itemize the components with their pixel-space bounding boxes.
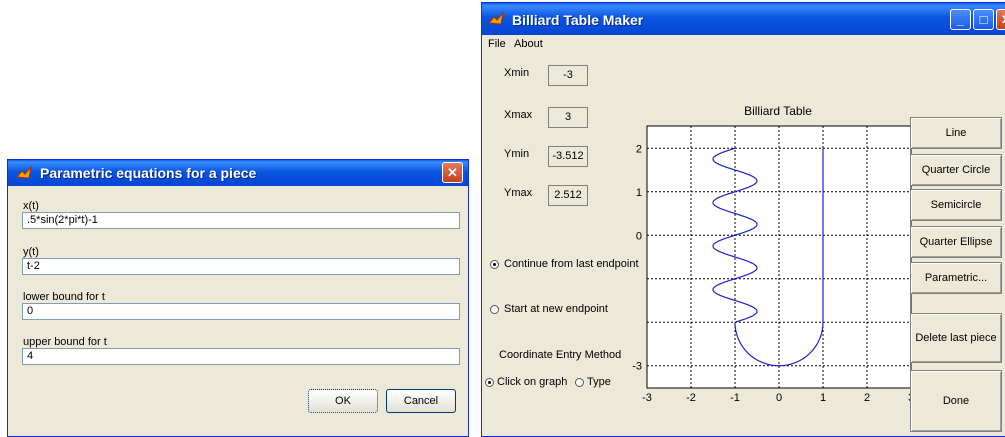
menu-bar: File About	[482, 36, 1005, 54]
window-titlebar[interactable]: Billiard Table Maker _ □ ✕	[482, 3, 1005, 35]
x-tick-label: -2	[686, 392, 696, 403]
ymax-field: 2.512	[548, 185, 588, 206]
yt-label: y(t)	[23, 246, 39, 258]
quarter-ellipse-button[interactable]: Quarter Ellipse	[910, 226, 1002, 258]
lower-bound-input[interactable]: 0	[22, 303, 460, 320]
close-icon[interactable]: ✕	[996, 9, 1005, 30]
ymin-field: -3.512	[548, 146, 588, 167]
xt-input[interactable]: .5*sin(2*pi*t)-1	[22, 212, 460, 229]
x-tick-label: -3	[642, 392, 652, 403]
ymax-label: Ymax	[504, 187, 533, 199]
continue-label: Continue from last endpoint	[504, 258, 639, 270]
xmax-label: Xmax	[504, 109, 533, 121]
maximize-icon[interactable]: □	[973, 9, 994, 30]
xt-label: x(t)	[23, 200, 39, 212]
xmin-label: Xmin	[504, 67, 530, 79]
y-tick-label: 0	[636, 230, 642, 242]
window-title: Billiard Table Maker	[512, 12, 644, 28]
continue-radio[interactable]	[490, 260, 499, 269]
x-tick-label: 2	[864, 392, 870, 403]
dialog-titlebar[interactable]: Parametric equations for a piece ✕	[8, 160, 468, 186]
cancel-button[interactable]: Cancel	[386, 389, 456, 413]
quarter-circle-button[interactable]: Quarter Circle	[910, 154, 1002, 186]
parametric-button[interactable]: Parametric...	[910, 262, 1002, 294]
close-icon[interactable]: ✕	[442, 162, 463, 183]
done-button[interactable]: Done	[910, 370, 1002, 432]
ymin-label: Ymin	[504, 148, 530, 160]
x-tick-label: 0	[776, 392, 782, 403]
matlab-logo-icon	[16, 165, 32, 179]
xmax-field: 3	[548, 107, 588, 128]
y-tick-label: 2	[636, 143, 642, 155]
start-new-radio[interactable]	[490, 305, 499, 314]
line-button[interactable]: Line	[910, 117, 1002, 149]
x-tick-label: -1	[730, 392, 740, 403]
start-new-label: Start at new endpoint	[504, 303, 608, 315]
billiard-window: Billiard Table Maker _ □ ✕ File About Xm…	[481, 2, 1005, 437]
lower-bound-label: lower bound for t	[23, 291, 105, 303]
y-tick-label: 1	[636, 187, 642, 199]
menu-file[interactable]: File	[488, 38, 506, 50]
coord-method-label: Coordinate Entry Method	[499, 349, 622, 361]
click-graph-radio[interactable]	[485, 378, 494, 387]
xmin-field: -3	[548, 65, 588, 86]
menu-about[interactable]: About	[514, 38, 543, 50]
semicircle-button[interactable]: Semicircle	[910, 189, 1002, 221]
matlab-logo-icon	[488, 11, 504, 25]
x-tick-label: 1	[820, 392, 826, 403]
parametric-dialog: Parametric equations for a piece ✕ x(t) …	[7, 159, 469, 437]
plot-area[interactable]	[646, 125, 912, 389]
minimize-icon[interactable]: _	[950, 9, 971, 30]
click-graph-label: Click on graph	[497, 376, 568, 388]
type-label: Type	[587, 376, 611, 388]
ok-button[interactable]: OK	[308, 389, 378, 413]
type-radio[interactable]	[575, 378, 584, 387]
dialog-title: Parametric equations for a piece	[40, 165, 257, 181]
plot-title: Billiard Table	[744, 104, 812, 118]
delete-last-piece-button[interactable]: Delete last piece	[910, 313, 1002, 363]
upper-bound-input[interactable]: 4	[22, 348, 460, 365]
billiard-plot[interactable]: Billiard Table -3-2-10123-3012	[622, 101, 912, 403]
y-tick-label: -3	[632, 361, 642, 373]
yt-input[interactable]: t-2	[22, 258, 460, 275]
upper-bound-label: upper bound for t	[23, 336, 107, 348]
